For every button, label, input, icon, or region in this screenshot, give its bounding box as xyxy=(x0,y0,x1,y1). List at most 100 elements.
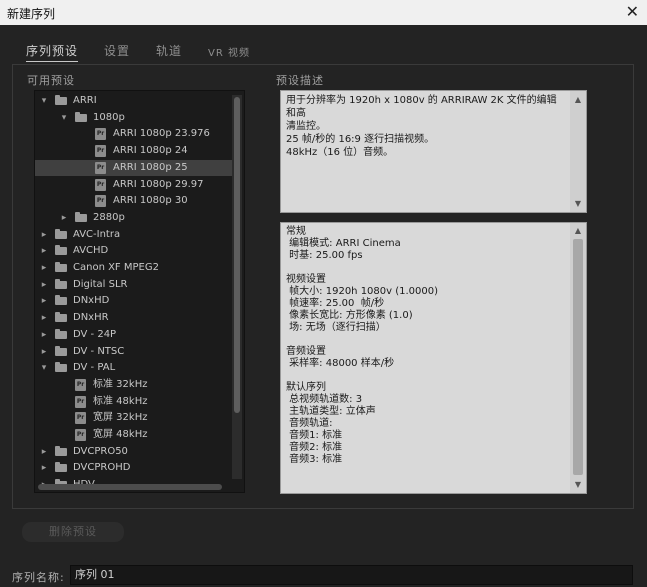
tab-bar: 序列预设 设置 轨道 VR 视频 xyxy=(26,42,276,62)
preset-tree[interactable]: ▾ ARRI ▾ 1080p Pr ARRI 1080p 23.976 Pr ARRI 108… xyxy=(34,90,245,493)
tree-item-label: DV - PAL xyxy=(73,362,116,374)
tree-folder-row[interactable]: ▸ DV - 24P xyxy=(35,327,235,343)
chevron-right-icon[interactable]: ▸ xyxy=(39,327,49,343)
tree-preset-row[interactable]: Pr 宽屏 48kHz xyxy=(35,427,235,443)
settings-line xyxy=(286,334,566,346)
scroll-down-icon[interactable]: ▼ xyxy=(570,197,586,210)
tree-folder-row[interactable]: ▾ DV - PAL xyxy=(35,360,235,376)
tree-item-label: DVCPROHD xyxy=(73,462,131,474)
chevron-right-icon[interactable]: ▸ xyxy=(39,310,49,326)
description-line: 25 帧/秒的 16:9 逐行扫描视频。 xyxy=(286,134,435,145)
tree-item-label: DVCPRO50 xyxy=(73,445,128,457)
settings-line: 默认序列 xyxy=(286,382,326,393)
delete-preset-button[interactable]: 删除预设 xyxy=(22,522,124,542)
settings-scrollbar[interactable]: ▲ ▼ xyxy=(570,223,586,493)
tab-tracks[interactable]: 轨道 xyxy=(156,42,182,62)
tab-sequence-presets[interactable]: 序列预设 xyxy=(26,42,79,62)
folder-icon xyxy=(55,312,67,323)
tree-folder-row[interactable]: ▸ AVCHD xyxy=(35,243,235,259)
tab-vr-video[interactable]: VR 视频 xyxy=(208,42,250,62)
preset-file-icon: Pr xyxy=(95,128,106,141)
description-scrollbar[interactable]: ▲ ▼ xyxy=(570,91,586,212)
title-bar: 新建序列 ✕ xyxy=(0,0,647,25)
chevron-right-icon[interactable]: ▸ xyxy=(39,277,49,293)
folder-icon xyxy=(55,362,67,373)
settings-line: 帧速率: 25.00 帧/秒 xyxy=(286,298,385,309)
description-line: 用于分辨率为 1920h x 1080v 的 ARRIRAW 2K 文件的编辑和… xyxy=(286,95,557,119)
folder-icon xyxy=(55,445,67,456)
tree-item-label: ARRI 1080p 23.976 xyxy=(113,128,210,140)
preset-settings-box: 常规 编辑模式: ARRI Cinema 时基: 25.00 fps 视频设置 帧… xyxy=(280,222,587,494)
chevron-right-icon[interactable]: ▸ xyxy=(39,293,49,309)
tree-item-label: AVC-Intra xyxy=(73,228,121,240)
tree-folder-row[interactable]: ▸ Digital SLR xyxy=(35,277,235,293)
tree-item-label: ARRI 1080p 24 xyxy=(113,145,188,157)
settings-line: 音频2: 标准 xyxy=(286,442,343,453)
tree-folder-row[interactable]: ▸ DNxHR xyxy=(35,310,235,326)
tree-preset-row[interactable]: Pr ARRI 1080p 29.97 xyxy=(35,177,235,193)
tree-folder-row[interactable]: ▸ Canon XF MPEG2 xyxy=(35,260,235,276)
chevron-right-icon[interactable]: ▸ xyxy=(39,243,49,259)
settings-line: 视频设置 xyxy=(286,274,326,285)
preset-file-icon: Pr xyxy=(95,145,106,158)
tree-item-label: DNxHD xyxy=(73,295,110,307)
settings-line: 音频轨道: xyxy=(286,418,333,429)
tab-settings[interactable]: 设置 xyxy=(104,42,130,62)
chevron-right-icon[interactable]: ▸ xyxy=(39,444,49,460)
tree-item-label: 宽屏 32kHz xyxy=(93,412,148,424)
folder-icon xyxy=(55,295,67,306)
settings-line: 音频1: 标准 xyxy=(286,430,343,441)
chevron-down-icon[interactable]: ▾ xyxy=(39,360,49,376)
preset-file-icon: Pr xyxy=(95,178,106,191)
tree-vertical-scroll-thumb[interactable] xyxy=(234,97,240,413)
tree-folder-row[interactable]: ▸ DVCPROHD xyxy=(35,460,235,476)
tree-vertical-scrollbar[interactable] xyxy=(232,95,242,479)
close-icon[interactable]: ✕ xyxy=(626,2,639,21)
tree-preset-row[interactable]: Pr 宽屏 32kHz xyxy=(35,410,235,426)
preset-description-box: 用于分辨率为 1920h x 1080v 的 ARRIRAW 2K 文件的编辑和… xyxy=(280,90,587,213)
scroll-down-icon[interactable]: ▼ xyxy=(570,479,586,491)
settings-line: 编辑模式: ARRI Cinema xyxy=(286,238,401,249)
tree-folder-row[interactable]: ▸ 2880p xyxy=(35,210,235,226)
chevron-down-icon[interactable]: ▾ xyxy=(39,93,49,109)
chevron-right-icon[interactable]: ▸ xyxy=(39,227,49,243)
description-line: 48kHz（16 位）音频。 xyxy=(286,147,394,158)
tree-folder-row[interactable]: ▸ DV - NTSC xyxy=(35,344,235,360)
chevron-down-icon[interactable]: ▾ xyxy=(59,110,69,126)
tree-preset-row[interactable]: Pr ARRI 1080p 30 xyxy=(35,193,235,209)
tree-preset-row[interactable]: Pr ARRI 1080p 23.976 xyxy=(35,126,235,142)
chevron-right-icon[interactable]: ▸ xyxy=(59,210,69,226)
folder-icon xyxy=(75,111,87,122)
tree-preset-row[interactable]: Pr ARRI 1080p 24 xyxy=(35,143,235,159)
tree-preset-row[interactable]: Pr ARRI 1080p 25 xyxy=(35,159,235,176)
tree-folder-row[interactable]: ▸ DNxHD xyxy=(35,293,235,309)
settings-line: 总视频轨道数: 3 xyxy=(286,394,363,405)
tree-item-label: 2880p xyxy=(93,211,125,223)
tree-horizontal-scroll-thumb[interactable] xyxy=(38,484,222,490)
folder-icon xyxy=(55,345,67,356)
description-text: 用于分辨率为 1920h x 1080v 的 ARRIRAW 2K 文件的编辑和… xyxy=(286,94,566,159)
tree-folder-row[interactable]: ▸ DVCPRO50 xyxy=(35,444,235,460)
folder-icon xyxy=(55,278,67,289)
sequence-name-input[interactable]: 序列 01 xyxy=(70,565,633,585)
chevron-right-icon[interactable]: ▸ xyxy=(39,460,49,476)
folder-icon xyxy=(55,462,67,473)
preset-file-icon: Pr xyxy=(75,412,86,425)
tree-preset-row[interactable]: Pr 标准 48kHz xyxy=(35,394,235,410)
settings-line: 场: 无场（逐行扫描） xyxy=(286,322,386,333)
tree-item-label: ARRI 1080p 25 xyxy=(113,161,188,173)
tree-folder-row[interactable]: ▸ AVC-Intra xyxy=(35,227,235,243)
folder-icon xyxy=(55,245,67,256)
scroll-up-icon[interactable]: ▲ xyxy=(570,225,586,237)
scroll-up-icon[interactable]: ▲ xyxy=(570,93,586,106)
chevron-right-icon[interactable]: ▸ xyxy=(39,260,49,276)
settings-text: 常规 编辑模式: ARRI Cinema 时基: 25.00 fps 视频设置 帧… xyxy=(286,226,566,466)
tree-preset-row[interactable]: Pr 标准 32kHz xyxy=(35,377,235,393)
preset-file-icon: Pr xyxy=(75,378,86,391)
chevron-right-icon[interactable]: ▸ xyxy=(39,344,49,360)
tree-folder-row[interactable]: ▾ ARRI xyxy=(35,93,235,109)
tree-folder-row[interactable]: ▾ 1080p xyxy=(35,110,235,126)
settings-line: 常规 xyxy=(286,226,306,237)
tree-item-label: DV - NTSC xyxy=(73,345,125,357)
settings-scroll-thumb[interactable] xyxy=(573,239,583,475)
